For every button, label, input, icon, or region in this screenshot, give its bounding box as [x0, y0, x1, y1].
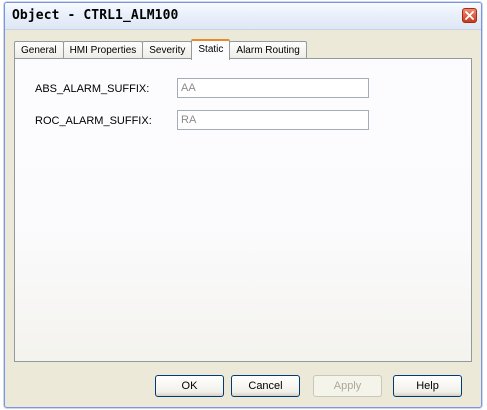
static-tab-panel: ABS_ALARM_SUFFIX: AA ROC_ALARM_SUFFIX: R… [14, 58, 472, 362]
roc-alarm-suffix-input[interactable]: RA [177, 110, 369, 130]
close-icon [465, 11, 474, 20]
tab-hmi-properties[interactable]: HMI Properties [62, 41, 144, 59]
ok-button[interactable]: OK [155, 375, 224, 397]
abs-alarm-suffix-input[interactable]: AA [177, 78, 369, 98]
help-button[interactable]: Help [393, 375, 462, 397]
tab-general[interactable]: General [14, 41, 64, 59]
roc-alarm-suffix-label: ROC_ALARM_SUFFIX: [35, 115, 152, 127]
dialog-window: Object - CTRL1_ALM100 General HMI Proper… [4, 2, 482, 408]
abs-alarm-suffix-label: ABS_ALARM_SUFFIX: [35, 83, 150, 95]
close-button[interactable] [462, 8, 477, 23]
tab-static[interactable]: Static [191, 39, 231, 60]
tab-severity[interactable]: Severity [142, 41, 193, 59]
cancel-button[interactable]: Cancel [231, 375, 300, 397]
title-bar[interactable]: Object - CTRL1_ALM100 [5, 3, 481, 30]
apply-button[interactable]: Apply [313, 375, 382, 397]
tab-strip: General HMI Properties Severity Static A… [14, 37, 307, 60]
window-title: Object - CTRL1_ALM100 [12, 8, 179, 23]
tab-alarm-routing[interactable]: Alarm Routing [229, 41, 307, 59]
